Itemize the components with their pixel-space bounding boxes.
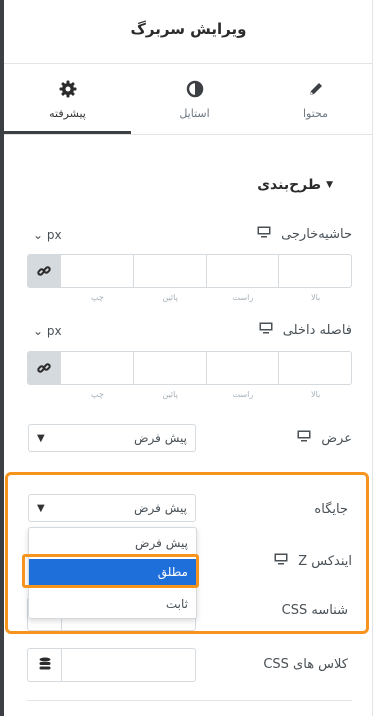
margin-top-input[interactable]	[279, 254, 352, 288]
padding-unit-select[interactable]: ⌄ px	[33, 324, 62, 338]
tab-style-label: استایل	[179, 107, 210, 120]
chevron-down-icon: ⌄	[33, 228, 44, 242]
margin-left-input[interactable]	[61, 254, 134, 288]
width-label-row: عرض	[297, 430, 352, 446]
side-label-top: بالا	[311, 390, 321, 399]
padding-label-row: فاصله داخلی	[259, 322, 352, 338]
tab-advanced[interactable]: پیشرفته	[4, 64, 131, 134]
margin-bottom-input[interactable]	[133, 254, 207, 288]
tab-content[interactable]: محتوا	[258, 64, 373, 134]
dynamic-tags-button[interactable]	[27, 648, 61, 682]
margin-unit-select[interactable]: ⌄ px	[33, 228, 62, 242]
highlight-box	[5, 472, 369, 634]
desktop-icon	[257, 226, 271, 242]
section-title: طرح‌بندی	[257, 177, 322, 193]
padding-dimensions	[27, 351, 352, 385]
side-label-left: چپ	[90, 390, 104, 399]
pencil-icon	[258, 78, 373, 100]
side-label-bottom: پائین	[162, 390, 178, 399]
panel-title: ویرایش سربرگ	[130, 20, 247, 38]
width-value: پیش فرض	[134, 431, 187, 445]
chevron-down-icon: ⌄	[33, 324, 44, 338]
link-values-button[interactable]	[27, 351, 61, 385]
width-select[interactable]: پیش فرض ▼	[28, 424, 196, 452]
css-classes-input[interactable]	[61, 648, 196, 682]
padding-top-input[interactable]	[279, 351, 352, 385]
margin-right-input[interactable]	[206, 254, 280, 288]
margin-label-row: حاشیه‌خارجی	[257, 226, 352, 242]
tab-content-label: محتوا	[302, 107, 329, 120]
database-icon	[39, 656, 51, 675]
padding-right-input[interactable]	[206, 351, 280, 385]
padding-bottom-input[interactable]	[133, 351, 207, 385]
css-classes-label-row: کلاس های CSS	[263, 657, 348, 672]
side-label-right: راست	[232, 390, 254, 399]
link-values-button[interactable]	[27, 254, 61, 288]
margin-unit: px	[46, 228, 62, 242]
side-label-top: بالا	[311, 293, 321, 302]
margin-dimensions	[27, 254, 352, 288]
gear-icon	[4, 78, 131, 100]
side-label-left: چپ	[90, 293, 104, 302]
side-label-right: راست	[232, 293, 254, 302]
width-label: عرض	[321, 430, 352, 446]
margin-side-labels: چپ پائین راست بالا	[61, 293, 352, 302]
desktop-icon	[297, 430, 311, 446]
caret-down-icon: ▼	[326, 180, 333, 190]
section-header-layout[interactable]: ▼ طرح‌بندی	[257, 177, 333, 193]
tab-advanced-label: پیشرفته	[49, 107, 86, 120]
tab-style[interactable]: استایل	[131, 64, 258, 134]
desktop-icon	[259, 322, 273, 338]
tabs-divider	[4, 134, 373, 135]
padding-side-labels: چپ پائین راست بالا	[61, 390, 352, 399]
padding-label: فاصله داخلی	[282, 322, 352, 338]
side-label-bottom: پائین	[162, 293, 178, 302]
dropdown-arrow-icon: ▼	[37, 432, 45, 444]
padding-left-input[interactable]	[61, 351, 134, 385]
margin-label: حاشیه‌خارجی	[281, 226, 352, 242]
bottom-divider	[27, 700, 352, 701]
contrast-icon	[131, 78, 258, 100]
selected-option-highlight	[22, 554, 199, 588]
padding-unit: px	[46, 324, 62, 338]
css-classes-label: کلاس های CSS	[263, 657, 348, 672]
